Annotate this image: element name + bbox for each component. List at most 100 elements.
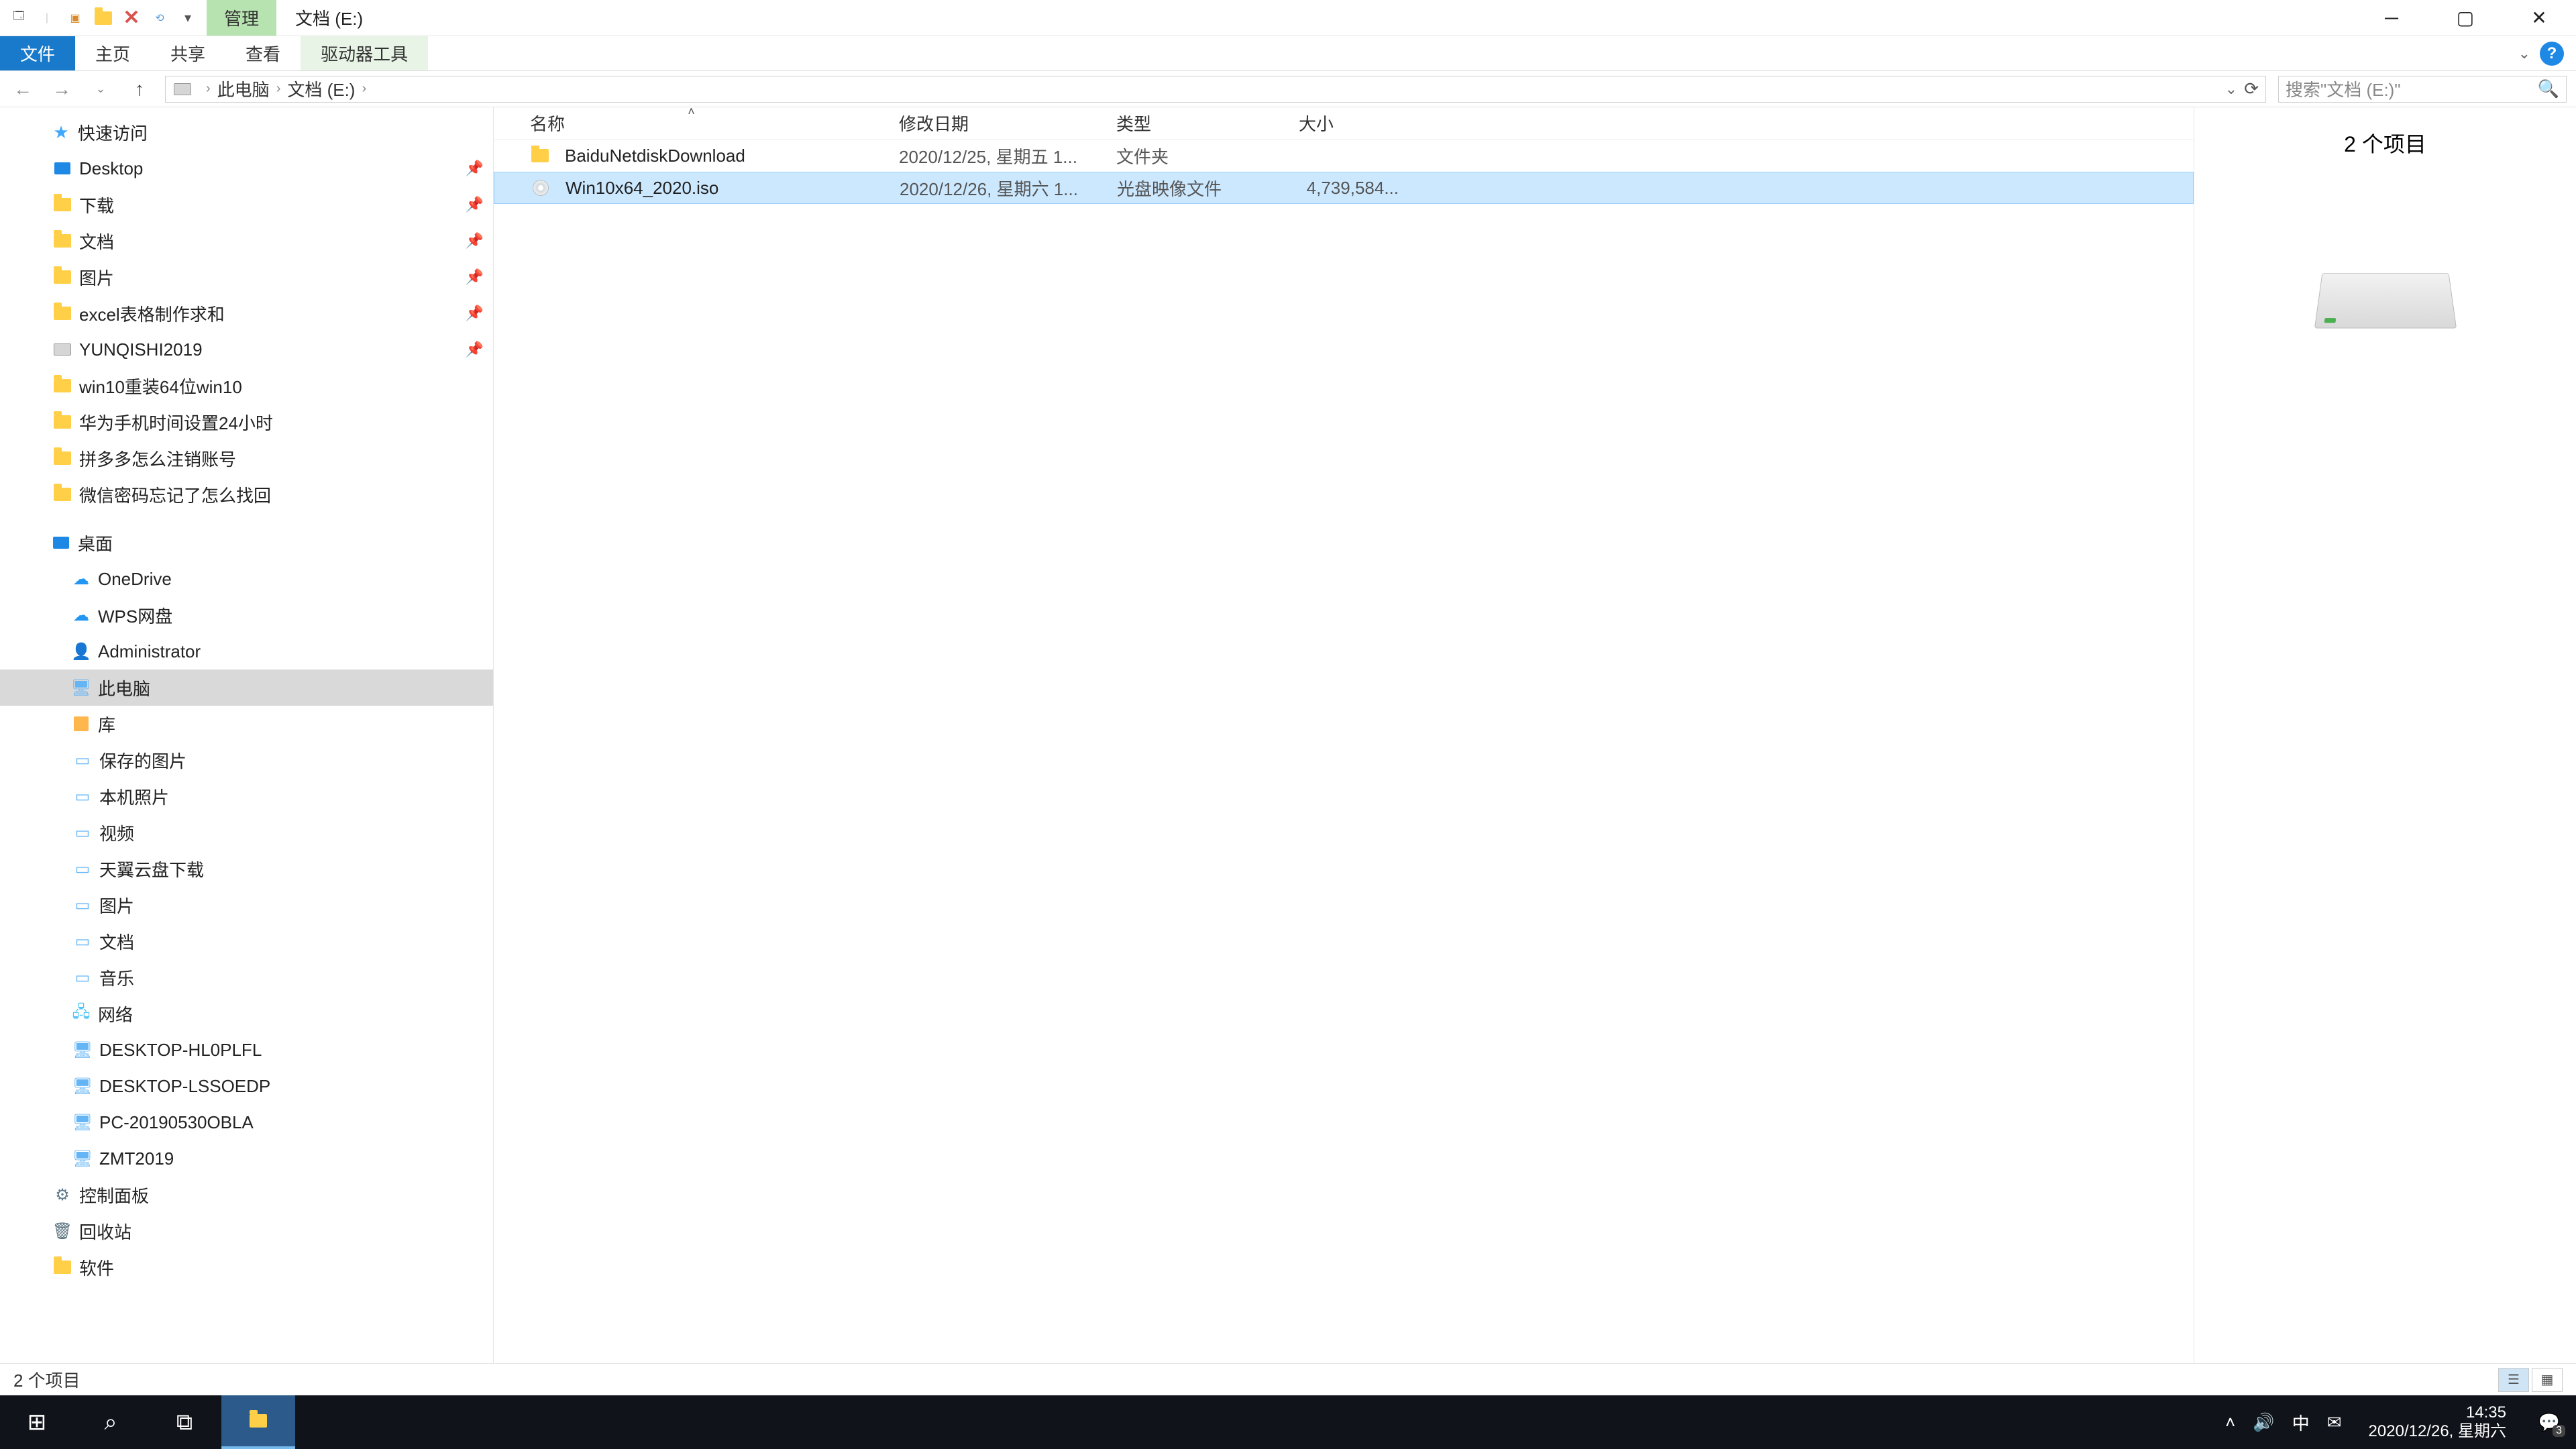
tree-item[interactable]: ▭音乐 — [0, 959, 493, 996]
desktop-icon — [51, 533, 71, 553]
tree-item[interactable]: 👤Administrator — [0, 633, 493, 669]
tree-label: PC-20190530OBLA — [99, 1112, 254, 1133]
tree-label: 图片 — [79, 265, 114, 290]
column-type[interactable]: 类型 — [1107, 107, 1289, 139]
tree-item[interactable]: YUNQISHI2019📌 — [0, 331, 493, 368]
tree-item[interactable]: win10重装64位win10 — [0, 368, 493, 404]
navigation-pane[interactable]: ★ 快速访问 Desktop📌下载📌文档📌图片📌excel表格制作求和📌YUNQ… — [0, 107, 494, 1363]
volume-icon[interactable]: 🔊 — [2253, 1412, 2274, 1433]
rename-icon[interactable]: ⟲ — [149, 7, 170, 29]
tree-item[interactable]: 微信密码忘记了怎么找回 — [0, 476, 493, 513]
tree-item[interactable]: ▭视频 — [0, 814, 493, 851]
tree-item[interactable]: 华为手机时间设置24小时 — [0, 404, 493, 440]
ribbon-tab-drive-tools[interactable]: 驱动器工具 — [301, 36, 428, 70]
tree-item[interactable]: 文档📌 — [0, 223, 493, 259]
drive-icon — [52, 339, 72, 360]
nav-forward-button[interactable]: → — [48, 76, 75, 103]
taskbar-search-button[interactable]: ⌕ — [74, 1395, 148, 1449]
file-list[interactable]: BaiduNetdiskDownload2020/12/25, 星期五 1...… — [494, 140, 2194, 1363]
tray-overflow-icon[interactable]: ˄ — [2225, 1412, 2235, 1433]
maximize-button[interactable]: ▢ — [2428, 0, 2502, 36]
tree-network[interactable]: 🖧 网络 — [0, 996, 493, 1032]
column-name[interactable]: ˄ 名称 — [494, 107, 890, 139]
tree-item[interactable]: 🖥DESKTOP-HL0PLFL — [0, 1032, 493, 1068]
nav-up-button[interactable]: ↑ — [126, 76, 153, 103]
tree-item[interactable]: ▭图片 — [0, 887, 493, 923]
tree-item[interactable]: ▭天翼云盘下载 — [0, 851, 493, 887]
tree-item[interactable]: 🖥此电脑 — [0, 669, 493, 706]
nav-recent-dropdown[interactable]: ⌄ — [87, 76, 114, 103]
file-name: Win10x64_2020.iso — [566, 178, 718, 199]
address-dropdown-icon[interactable]: ⌄ — [2225, 80, 2237, 98]
sort-asc-icon: ˄ — [688, 105, 695, 119]
tree-item[interactable]: ☁WPS网盘 — [0, 597, 493, 633]
help-icon[interactable]: ? — [2540, 42, 2564, 66]
tree-item[interactable]: 库 — [0, 706, 493, 742]
tree-desktop[interactable]: 桌面 — [0, 525, 493, 561]
tree-item[interactable]: ▭本机照片 — [0, 778, 493, 814]
file-size: 4,739,584... — [1290, 178, 1408, 199]
tree-item[interactable]: Desktop📌 — [0, 150, 493, 186]
tree-label: 文档 — [79, 229, 114, 254]
tree-item[interactable]: ▭保存的图片 — [0, 742, 493, 778]
tree-item[interactable]: 图片 📌 — [0, 259, 493, 295]
tree-label: 音乐 — [99, 965, 134, 990]
ribbon-tab-share[interactable]: 共享 — [150, 36, 225, 70]
ribbon-tab-view[interactable]: 查看 — [225, 36, 301, 70]
pin-icon: 📌 — [466, 196, 484, 213]
tree-label: 软件 — [79, 1255, 114, 1280]
view-thumbnails-button[interactable]: ▦ — [2532, 1368, 2563, 1392]
tree-item[interactable]: 🖥DESKTOP-LSSOEDP — [0, 1068, 493, 1104]
status-text: 2 个项目 — [13, 1367, 80, 1392]
tree-label: 华为手机时间设置24小时 — [79, 410, 273, 435]
file-row[interactable]: Win10x64_2020.iso2020/12/26, 星期六 1...光盘映… — [494, 172, 2194, 204]
minimize-button[interactable]: ─ — [2355, 0, 2428, 36]
tree-label: 桌面 — [78, 531, 113, 555]
ime-indicator[interactable]: 中 — [2292, 1410, 2310, 1435]
breadcrumb[interactable]: 此电脑 — [217, 76, 270, 101]
tree-item[interactable]: 软件 — [0, 1249, 493, 1285]
library-item-icon: ▭ — [72, 859, 93, 879]
view-details-button[interactable]: ☰ — [2498, 1368, 2529, 1392]
ribbon-context-tab[interactable]: 管理 — [207, 0, 276, 36]
properties-icon[interactable]: ▣ — [64, 7, 86, 29]
refresh-icon[interactable]: ⟳ — [2244, 78, 2259, 99]
taskbar-explorer-button[interactable] — [221, 1395, 295, 1449]
pin-icon: 📌 — [466, 268, 484, 286]
tree-item[interactable]: 下载📌 — [0, 186, 493, 223]
tree-item[interactable]: ☁OneDrive — [0, 561, 493, 597]
tree-quick-access[interactable]: ★ 快速访问 — [0, 114, 493, 150]
notification-count: 3 — [2553, 1425, 2565, 1437]
app-icon: 🗔 — [8, 7, 30, 29]
action-center-button[interactable]: 💬3 — [2533, 1406, 2565, 1438]
search-input[interactable]: 搜索"文档 (E:)" 🔍 — [2278, 76, 2567, 103]
nav-back-button[interactable]: ← — [9, 76, 36, 103]
qat-dropdown-icon[interactable]: ▾ — [177, 7, 199, 29]
tree-item[interactable]: ▭文档 — [0, 923, 493, 959]
tree-item[interactable]: excel表格制作求和📌 — [0, 295, 493, 331]
tree-item[interactable]: 🗑回收站 — [0, 1213, 493, 1249]
delete-icon[interactable]: ✕ — [121, 7, 142, 29]
file-row[interactable]: BaiduNetdiskDownload2020/12/25, 星期五 1...… — [494, 140, 2194, 172]
tree-item[interactable]: 拼多多怎么注销账号 — [0, 440, 493, 476]
start-button[interactable]: ⊞ — [0, 1395, 74, 1449]
tree-item[interactable]: ⚙控制面板 — [0, 1177, 493, 1213]
ribbon-expand-icon[interactable]: ⌄ — [2518, 45, 2530, 62]
new-folder-icon[interactable] — [93, 7, 114, 29]
library-item-icon: ▭ — [72, 750, 93, 770]
address-box[interactable]: › 此电脑 › 文档 (E:) › ⌄ ⟳ — [165, 76, 2266, 103]
column-date[interactable]: 修改日期 — [890, 107, 1107, 139]
breadcrumb[interactable]: 文档 (E:) — [287, 76, 355, 101]
close-button[interactable]: ✕ — [2502, 0, 2576, 36]
tree-label: OneDrive — [98, 569, 172, 590]
tree-item[interactable]: 🖥ZMT2019 — [0, 1140, 493, 1177]
tray-app-icon[interactable]: ✉ — [2327, 1412, 2342, 1433]
task-view-button[interactable]: ⧉ — [148, 1395, 221, 1449]
ribbon-tab-home[interactable]: 主页 — [75, 36, 150, 70]
ribbon-tab-file[interactable]: 文件 — [0, 36, 75, 70]
tree-item[interactable]: 🖥PC-20190530OBLA — [0, 1104, 493, 1140]
preview-pane: 2 个项目 — [2194, 107, 2576, 1363]
taskbar-clock[interactable]: 14:35 2020/12/26, 星期六 — [2359, 1403, 2516, 1440]
column-size[interactable]: 大小 — [1289, 107, 1407, 139]
network-icon: 🖧 — [71, 1004, 91, 1024]
